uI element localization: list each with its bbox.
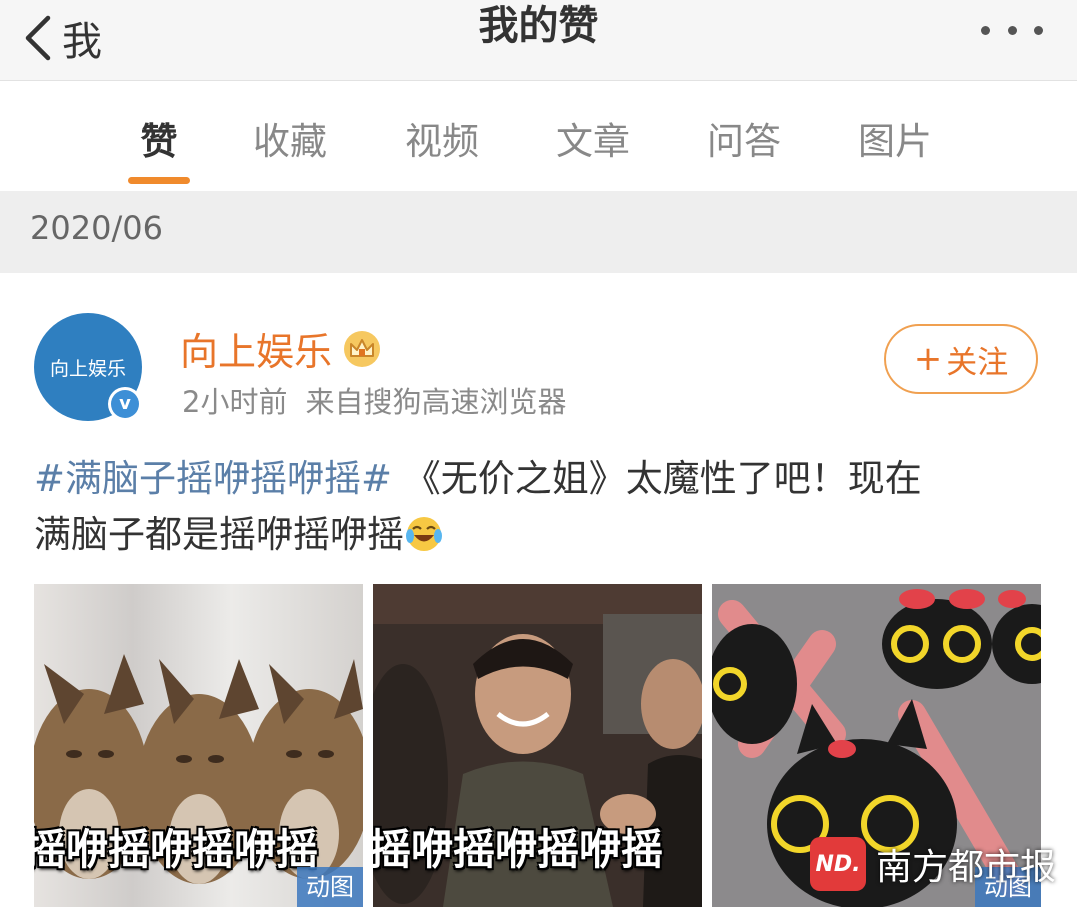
tab-articles[interactable]: 文章	[533, 111, 653, 165]
page-title: 我的赞	[478, 3, 599, 49]
hashtag-link[interactable]: #满脑子摇咿摇咿摇#	[34, 457, 392, 500]
laughing-tears-emoji-icon	[406, 517, 442, 551]
source-watermark: ND. 南方都市报	[810, 837, 1056, 891]
follow-button[interactable]: + 关注	[884, 324, 1038, 394]
gif-caption-2: 摇咿摇咿摇咿摇	[373, 825, 664, 874]
newspaper-logo: ND.	[810, 837, 866, 891]
tab-videos[interactable]: 视频	[382, 111, 502, 165]
month-section-header: 2020/06	[0, 191, 1077, 273]
gif-image-2[interactable]: 摇咿摇咿摇咿摇	[373, 584, 702, 907]
post-text-part1: 《无价之姐》太魔性了吧！现在	[403, 457, 922, 500]
tab-bar: 赞 收藏 视频 文章 问答 图片	[0, 81, 1077, 191]
post-text: #满脑子摇咿摇咿摇# 《无价之姐》太魔性了吧！现在满脑子都是摇咿摇咿摇	[34, 451, 1044, 563]
follow-label: 关注	[946, 344, 1009, 381]
crown-icon	[344, 330, 381, 367]
tab-qa[interactable]: 问答	[684, 111, 804, 165]
more-options-icon[interactable]	[981, 20, 1043, 40]
gif-image-1[interactable]: 摇咿摇咿摇咿摇 动图	[34, 584, 363, 907]
plus-icon: +	[913, 339, 943, 379]
post-text-part2: 满脑子都是摇咿摇咿摇	[34, 513, 404, 556]
active-tab-indicator	[128, 177, 190, 184]
post-time: 2小时前	[182, 385, 288, 419]
watermark-text: 南方都市报	[876, 847, 1057, 888]
tab-favorites[interactable]: 收藏	[230, 111, 350, 165]
author-name[interactable]: 向上娱乐	[180, 321, 332, 376]
avatar-text: 向上娱乐	[49, 357, 126, 380]
gif-caption-1: 摇咿摇咿摇咿摇	[34, 825, 319, 874]
gif-badge: 动图	[297, 867, 363, 907]
tab-pictures[interactable]: 图片	[835, 111, 955, 165]
post-source: 来自搜狗高速浏览器	[305, 385, 567, 419]
top-nav-bar: 我 我的赞	[0, 0, 1077, 81]
month-label: 2020/06	[30, 209, 163, 247]
post-meta: 2小时前 来自搜狗高速浏览器	[182, 379, 566, 421]
tab-likes[interactable]: 赞	[99, 111, 219, 165]
post-card[interactable]: 向上娱乐 v 向上娱乐 2小时前 来自搜狗高速浏览器 + 关注 #满脑子摇咿摇咿摇#…	[0, 273, 1077, 907]
verified-badge-icon: v	[108, 387, 142, 421]
